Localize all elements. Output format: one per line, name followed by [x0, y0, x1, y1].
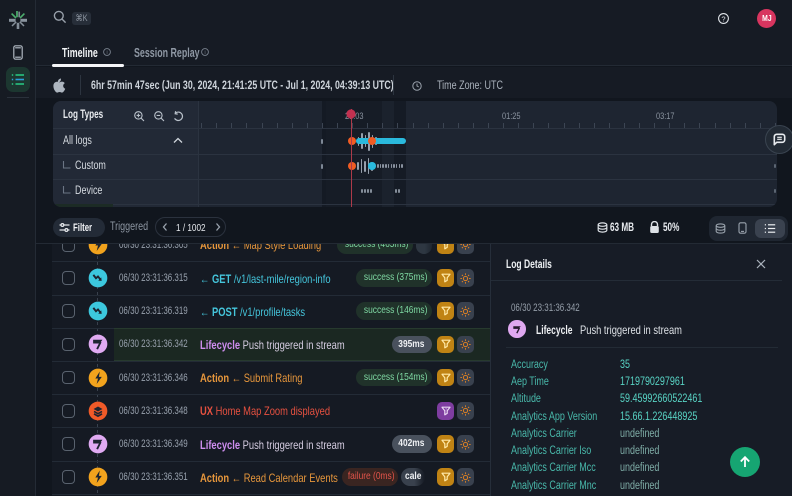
- svg-text:i: i: [106, 50, 107, 56]
- svg-text:?: ?: [721, 14, 725, 23]
- svg-text:i: i: [204, 50, 205, 56]
- svg-text:?: ?: [445, 407, 447, 411]
